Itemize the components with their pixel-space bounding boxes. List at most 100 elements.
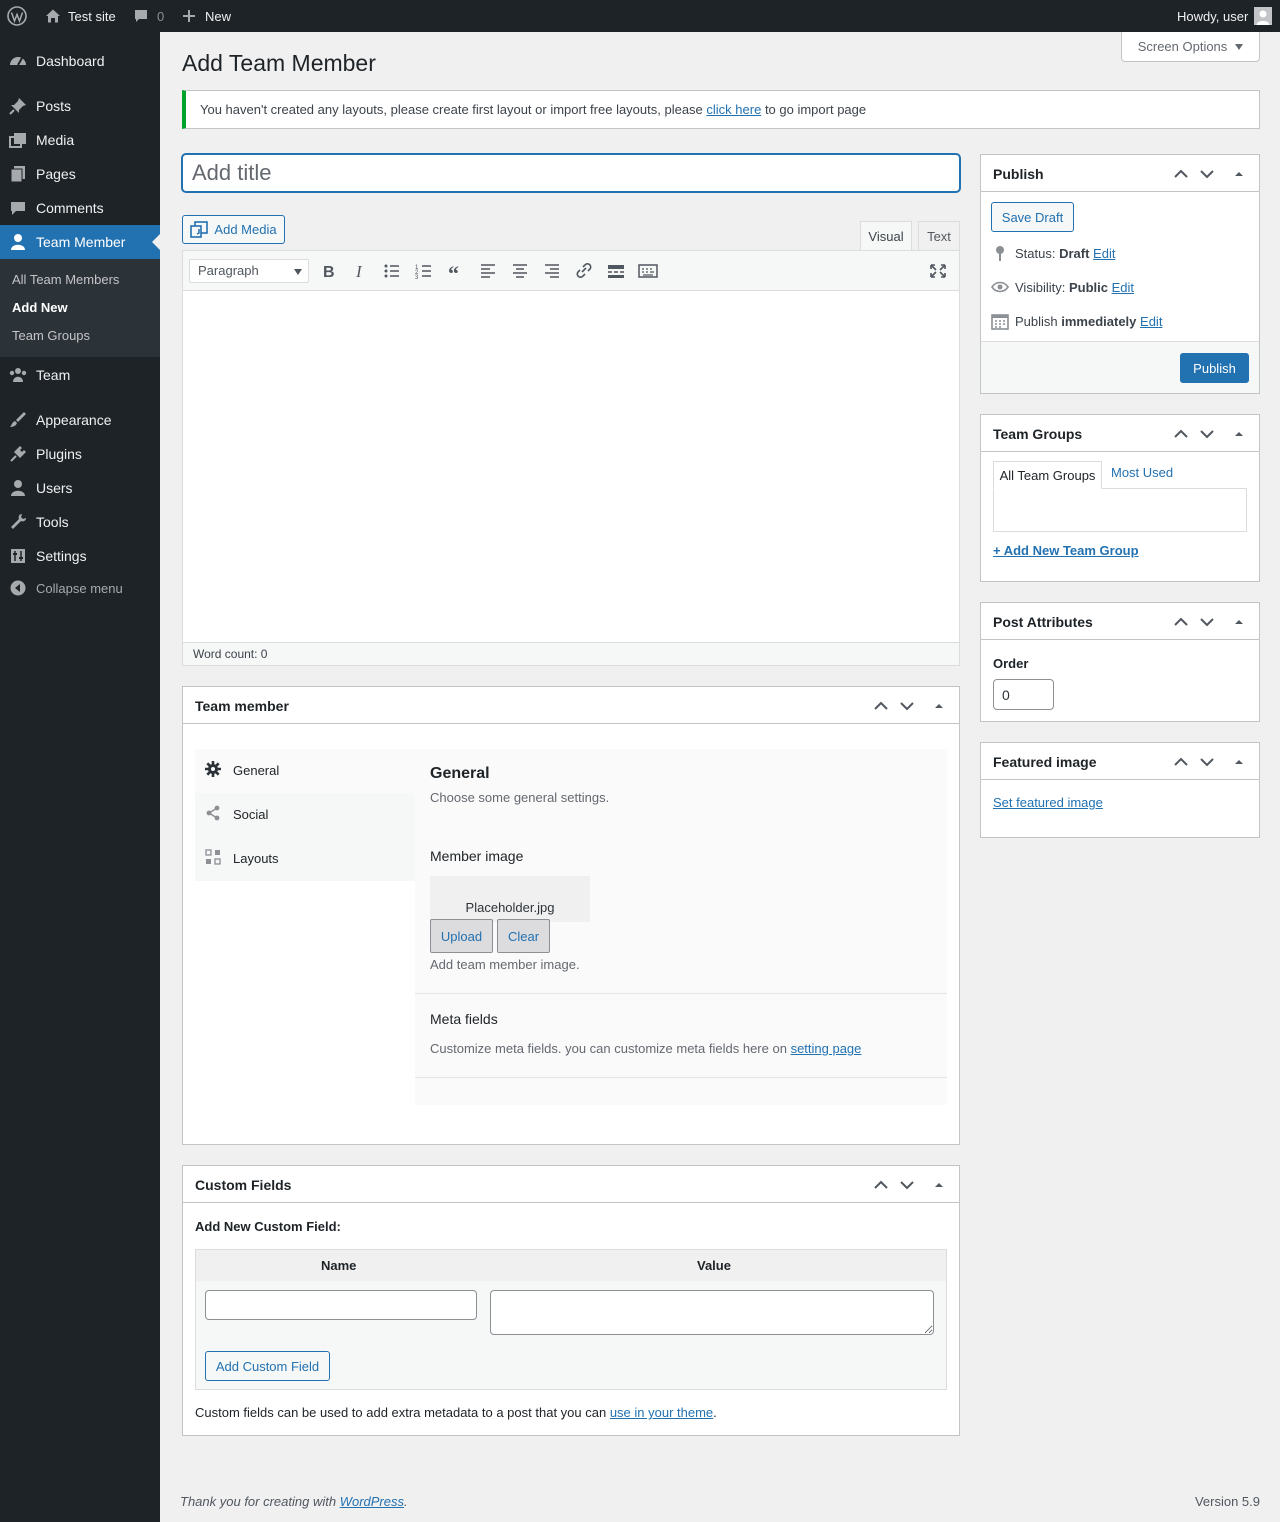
custom-field-value-input[interactable] [490,1290,934,1335]
setting-page-link[interactable]: setting page [791,1041,862,1056]
add-media-button[interactable]: Add Media [182,215,285,244]
format-value: Paragraph [198,263,259,278]
menu-label: Plugins [36,446,82,462]
svg-text:“: “ [448,262,459,280]
wordpress-link[interactable]: WordPress [340,1494,404,1509]
notice-link[interactable]: click here [706,102,761,117]
order-input[interactable] [993,679,1054,710]
upload-button[interactable]: Upload [430,919,493,953]
menu-item-appearance[interactable]: Appearance [0,403,160,437]
chevron-up-icon[interactable] [1173,614,1189,630]
account-menu[interactable]: Howdy, user [1177,0,1273,32]
chevron-down-icon[interactable] [899,698,915,714]
chevron-down-icon[interactable] [1199,754,1215,770]
screen-options-button[interactable]: Screen Options [1121,32,1260,62]
tab-visual[interactable]: Visual [860,221,912,251]
column-value: Value [697,1258,731,1273]
menu-item-pages[interactable]: Pages [0,157,160,191]
screen-options-label: Screen Options [1137,39,1228,54]
menu-label: Media [36,132,75,148]
read-more-icon[interactable] [606,262,626,280]
editor-toolbar: Paragraph B I 123 “ [183,251,959,291]
publish-button[interactable]: Publish [1180,353,1249,383]
toolbar-toggle-icon[interactable] [638,262,658,280]
menu-item-users[interactable]: Users [0,471,160,505]
new-content-link[interactable]: New [182,0,231,32]
custom-field-name-input[interactable] [205,1290,477,1320]
chevron-up-icon[interactable] [1173,166,1189,182]
edit-visibility-link[interactable]: Edit [1112,280,1134,295]
chevron-up-icon[interactable] [1173,426,1189,442]
comments-count: 0 [157,8,165,24]
publish-label: Publish [1015,313,1062,329]
chevron-up-icon[interactable] [873,698,889,714]
align-left-icon[interactable] [478,262,498,280]
wrench-icon [11,514,26,529]
toggle-panel-icon[interactable] [1231,166,1247,182]
comments-link[interactable]: 0 [133,0,164,32]
menu-item-plugins[interactable]: Plugins [0,437,160,471]
bullet-list-icon[interactable] [382,262,402,280]
menu-label: Users [36,480,73,496]
plus-icon [183,10,195,22]
metabox-header: Team Groups [981,415,1259,452]
submenu-all-team-members[interactable]: All Team Members [12,272,119,287]
save-draft-button[interactable]: Save Draft [991,202,1074,232]
tab-social[interactable]: Social [195,793,415,837]
format-select[interactable]: Paragraph [189,259,309,283]
post-title-input[interactable] [182,154,960,192]
link-icon[interactable] [574,262,594,280]
chevron-up-icon[interactable] [873,1177,889,1193]
italic-icon[interactable]: I [350,262,370,280]
publish-metabox: Publish Save Draft Status: Draft Edit Vi… [980,154,1260,394]
admin-bar: Test site 0 New Howdy, user [0,0,1280,32]
align-right-icon[interactable] [542,262,562,280]
numbered-list-icon[interactable]: 123 [414,262,434,280]
section-description: Choose some general settings. [430,790,610,805]
image-help-text: Add team member image. [430,957,580,972]
menu-item-tools[interactable]: Tools [0,505,160,539]
collapse-menu-button[interactable]: Collapse menu [0,576,160,600]
add-new-team-group-link[interactable]: + Add New Team Group [993,543,1139,558]
tab-general[interactable]: General [195,749,415,793]
bold-icon[interactable]: B [318,262,338,280]
tab-most-used[interactable]: Most Used [1111,465,1173,480]
set-featured-image-link[interactable]: Set featured image [993,795,1103,810]
chevron-down-icon[interactable] [1199,426,1215,442]
schedule-row: Publish immediately Edit [991,312,1162,330]
menu-item-media[interactable]: Media [0,123,160,157]
menu-item-team-member[interactable]: Team Member [0,225,160,259]
tab-layouts[interactable]: Layouts [195,837,415,881]
toggle-panel-icon[interactable] [1231,614,1247,630]
submenu-team-groups[interactable]: Team Groups [12,328,90,343]
menu-item-comments[interactable]: Comments [0,191,160,225]
align-center-icon[interactable] [510,262,530,280]
tab-all-team-groups[interactable]: All Team Groups [993,461,1102,489]
team-member-metabox: Team member General Social Layouts Gener… [182,686,960,1145]
menu-item-posts[interactable]: Posts [0,89,160,123]
blockquote-icon[interactable]: “ [446,262,466,280]
toggle-panel-icon[interactable] [1231,426,1247,442]
add-custom-field-button[interactable]: Add Custom Field [205,1351,330,1381]
toggle-panel-icon[interactable] [931,698,947,714]
chevron-down-icon[interactable] [899,1177,915,1193]
edit-schedule-link[interactable]: Edit [1140,314,1162,329]
groups-icon [9,368,27,382]
wordpress-logo-icon[interactable] [7,0,27,32]
use-in-theme-link[interactable]: use in your theme [610,1405,713,1420]
fullscreen-icon[interactable] [928,262,948,280]
menu-item-settings[interactable]: Settings [0,539,160,573]
clear-button[interactable]: Clear [497,919,550,953]
chevron-up-icon[interactable] [1173,754,1189,770]
site-name-link[interactable]: Test site [44,0,116,32]
edit-status-link[interactable]: Edit [1093,246,1115,261]
toggle-panel-icon[interactable] [1231,754,1247,770]
menu-label: Posts [36,98,72,114]
menu-item-team[interactable]: Team [0,358,160,392]
chevron-down-icon[interactable] [1199,166,1215,182]
tab-text[interactable]: Text [918,221,960,251]
toggle-panel-icon[interactable] [931,1177,947,1193]
submenu-add-new[interactable]: Add New [12,300,68,315]
chevron-down-icon[interactable] [1199,614,1215,630]
menu-item-dashboard[interactable]: Dashboard [0,44,160,78]
